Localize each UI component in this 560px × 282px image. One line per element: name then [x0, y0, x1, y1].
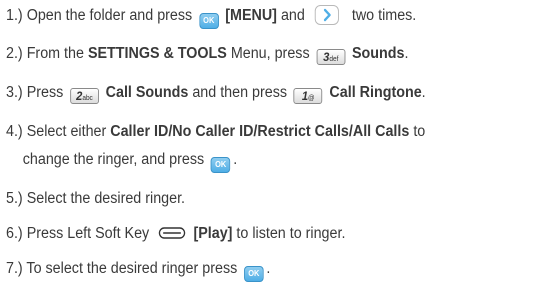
step-text: .	[421, 84, 426, 101]
number-key-3-icon: 3def	[316, 49, 346, 65]
step-number: 7.)	[6, 260, 23, 277]
step-text: to listen to ringer.	[236, 225, 346, 242]
step-text: and	[280, 7, 305, 24]
step-3: 3.) Press 2abc Call Sounds and then pres…	[6, 83, 426, 104]
key-letters: def	[329, 56, 339, 63]
play-label: [Play]	[193, 225, 233, 242]
step-2: 2.) From the SETTINGS & TOOLS Menu, pres…	[6, 44, 408, 65]
step-text: two times.	[351, 7, 417, 24]
caller-id-options-label: Caller ID/No Caller ID/Restrict Calls/Al…	[110, 123, 410, 140]
number-key-2-icon: 2abc	[70, 88, 99, 104]
step-number: 1.)	[6, 7, 23, 24]
step-text: Menu, press	[230, 45, 310, 62]
step-text: From the	[26, 45, 84, 62]
sounds-label: Sounds	[351, 45, 405, 62]
step-text: Select either	[26, 123, 107, 140]
step-text: Press	[26, 84, 64, 101]
step-4-continued: change the ringer, and press OK.	[22, 150, 238, 173]
step-text: Open the folder and press	[26, 7, 193, 24]
step-text: .	[266, 260, 271, 277]
step-text: Select the desired ringer.	[26, 190, 186, 207]
step-number: 6.)	[6, 225, 23, 242]
step-number: 3.)	[6, 84, 23, 101]
key-letters: @	[308, 95, 315, 102]
step-4: 4.) Select either Caller ID/No Caller ID…	[6, 122, 425, 142]
call-sounds-label: Call Sounds	[105, 84, 189, 101]
step-text: and then press	[192, 84, 288, 101]
ok-key-icon: OK	[244, 266, 264, 282]
step-text: change the ringer, and press	[22, 151, 205, 168]
menu-label: [MENU]	[225, 7, 277, 24]
key-letters: abc	[82, 95, 93, 102]
ok-key-icon: OK	[210, 157, 231, 173]
number-key-1-icon: 1@	[293, 88, 323, 104]
step-number: 4.)	[6, 123, 23, 140]
step-number: 5.)	[6, 190, 23, 207]
settings-tools-label: SETTINGS & TOOLS	[87, 45, 227, 62]
left-soft-key-icon	[159, 225, 186, 239]
step-text: .	[404, 45, 409, 62]
step-number: 2.)	[6, 45, 23, 62]
step-text: To select the desired ringer press	[26, 260, 238, 277]
step-text: Press Left Soft Key	[26, 225, 150, 242]
step-text: to	[413, 123, 426, 140]
step-6: 6.) Press Left Soft Key [Play] to listen…	[6, 224, 345, 244]
step-1: 1.) Open the folder and press OK [MENU] …	[6, 5, 416, 29]
nav-right-key-icon	[314, 5, 339, 25]
ok-key-icon: OK	[198, 13, 219, 29]
step-text: .	[233, 151, 238, 168]
step-5: 5.) Select the desired ringer.	[6, 189, 185, 209]
call-ringtone-label: Call Ringtone	[329, 84, 422, 101]
